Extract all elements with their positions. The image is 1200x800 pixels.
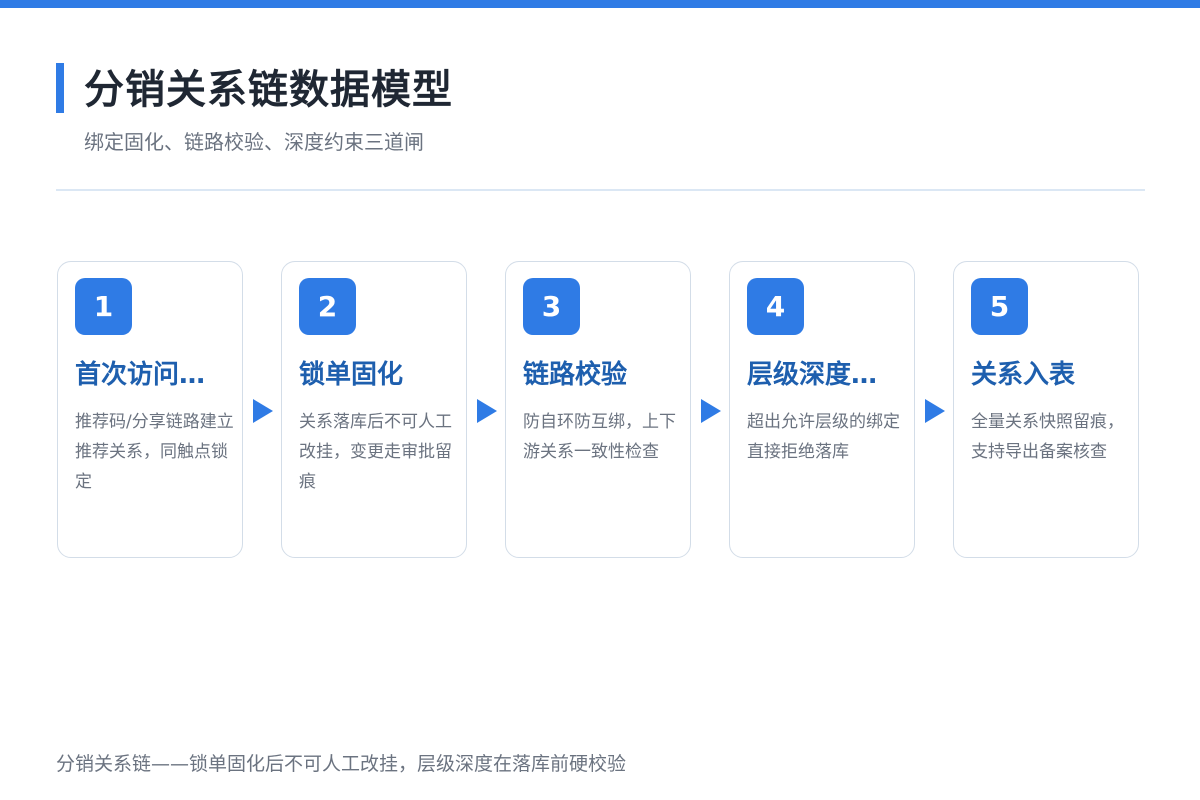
header-divider <box>56 189 1145 191</box>
step-title: 层级深度… <box>747 360 878 390</box>
step-card-5: 5 关系入表 全量关系快照留痕，支持导出备案核查 <box>953 261 1139 558</box>
step-description: 关系落库后不可人工改挂，变更走审批留痕 <box>299 412 452 492</box>
page-title: 分销关系链数据模型 <box>84 67 453 113</box>
step-number-badge: 4 <box>747 278 804 335</box>
footer-note: 分销关系链——锁单固化后不可人工改挂，层级深度在落库前硬校验 <box>56 753 627 775</box>
page-subtitle: 绑定固化、链路校验、深度约束三道闸 <box>84 130 424 154</box>
step-card-2: 2 锁单固化 关系落库后不可人工改挂，变更走审批留痕 <box>281 261 467 558</box>
top-accent-bar <box>0 0 1200 8</box>
flow-arrow-icon <box>925 399 945 423</box>
step-title: 链路校验 <box>523 360 628 390</box>
step-card-1: 1 首次访问… 推荐码/分享链路建立推荐关系，同触点锁定 <box>57 261 243 558</box>
step-description: 全量关系快照留痕，支持导出备案核查 <box>971 412 1124 462</box>
step-number-badge: 2 <box>299 278 356 335</box>
step-description: 超出允许层级的绑定直接拒绝落库 <box>747 412 900 462</box>
step-title: 锁单固化 <box>299 360 404 390</box>
step-title: 首次访问… <box>75 360 206 390</box>
flow-arrow-icon <box>477 399 497 423</box>
step-description: 推荐码/分享链路建立推荐关系，同触点锁定 <box>75 412 234 492</box>
step-title: 关系入表 <box>971 360 1076 390</box>
flow-arrow-icon <box>701 399 721 423</box>
step-number-badge: 5 <box>971 278 1028 335</box>
flow-arrow-icon <box>253 399 273 423</box>
step-number-badge: 3 <box>523 278 580 335</box>
step-number-badge: 1 <box>75 278 132 335</box>
step-description: 防自环防互绑，上下游关系一致性检查 <box>523 412 676 462</box>
step-card-4: 4 层级深度… 超出允许层级的绑定直接拒绝落库 <box>729 261 915 558</box>
step-card-3: 3 链路校验 防自环防互绑，上下游关系一致性检查 <box>505 261 691 558</box>
title-accent-bar <box>56 63 64 113</box>
